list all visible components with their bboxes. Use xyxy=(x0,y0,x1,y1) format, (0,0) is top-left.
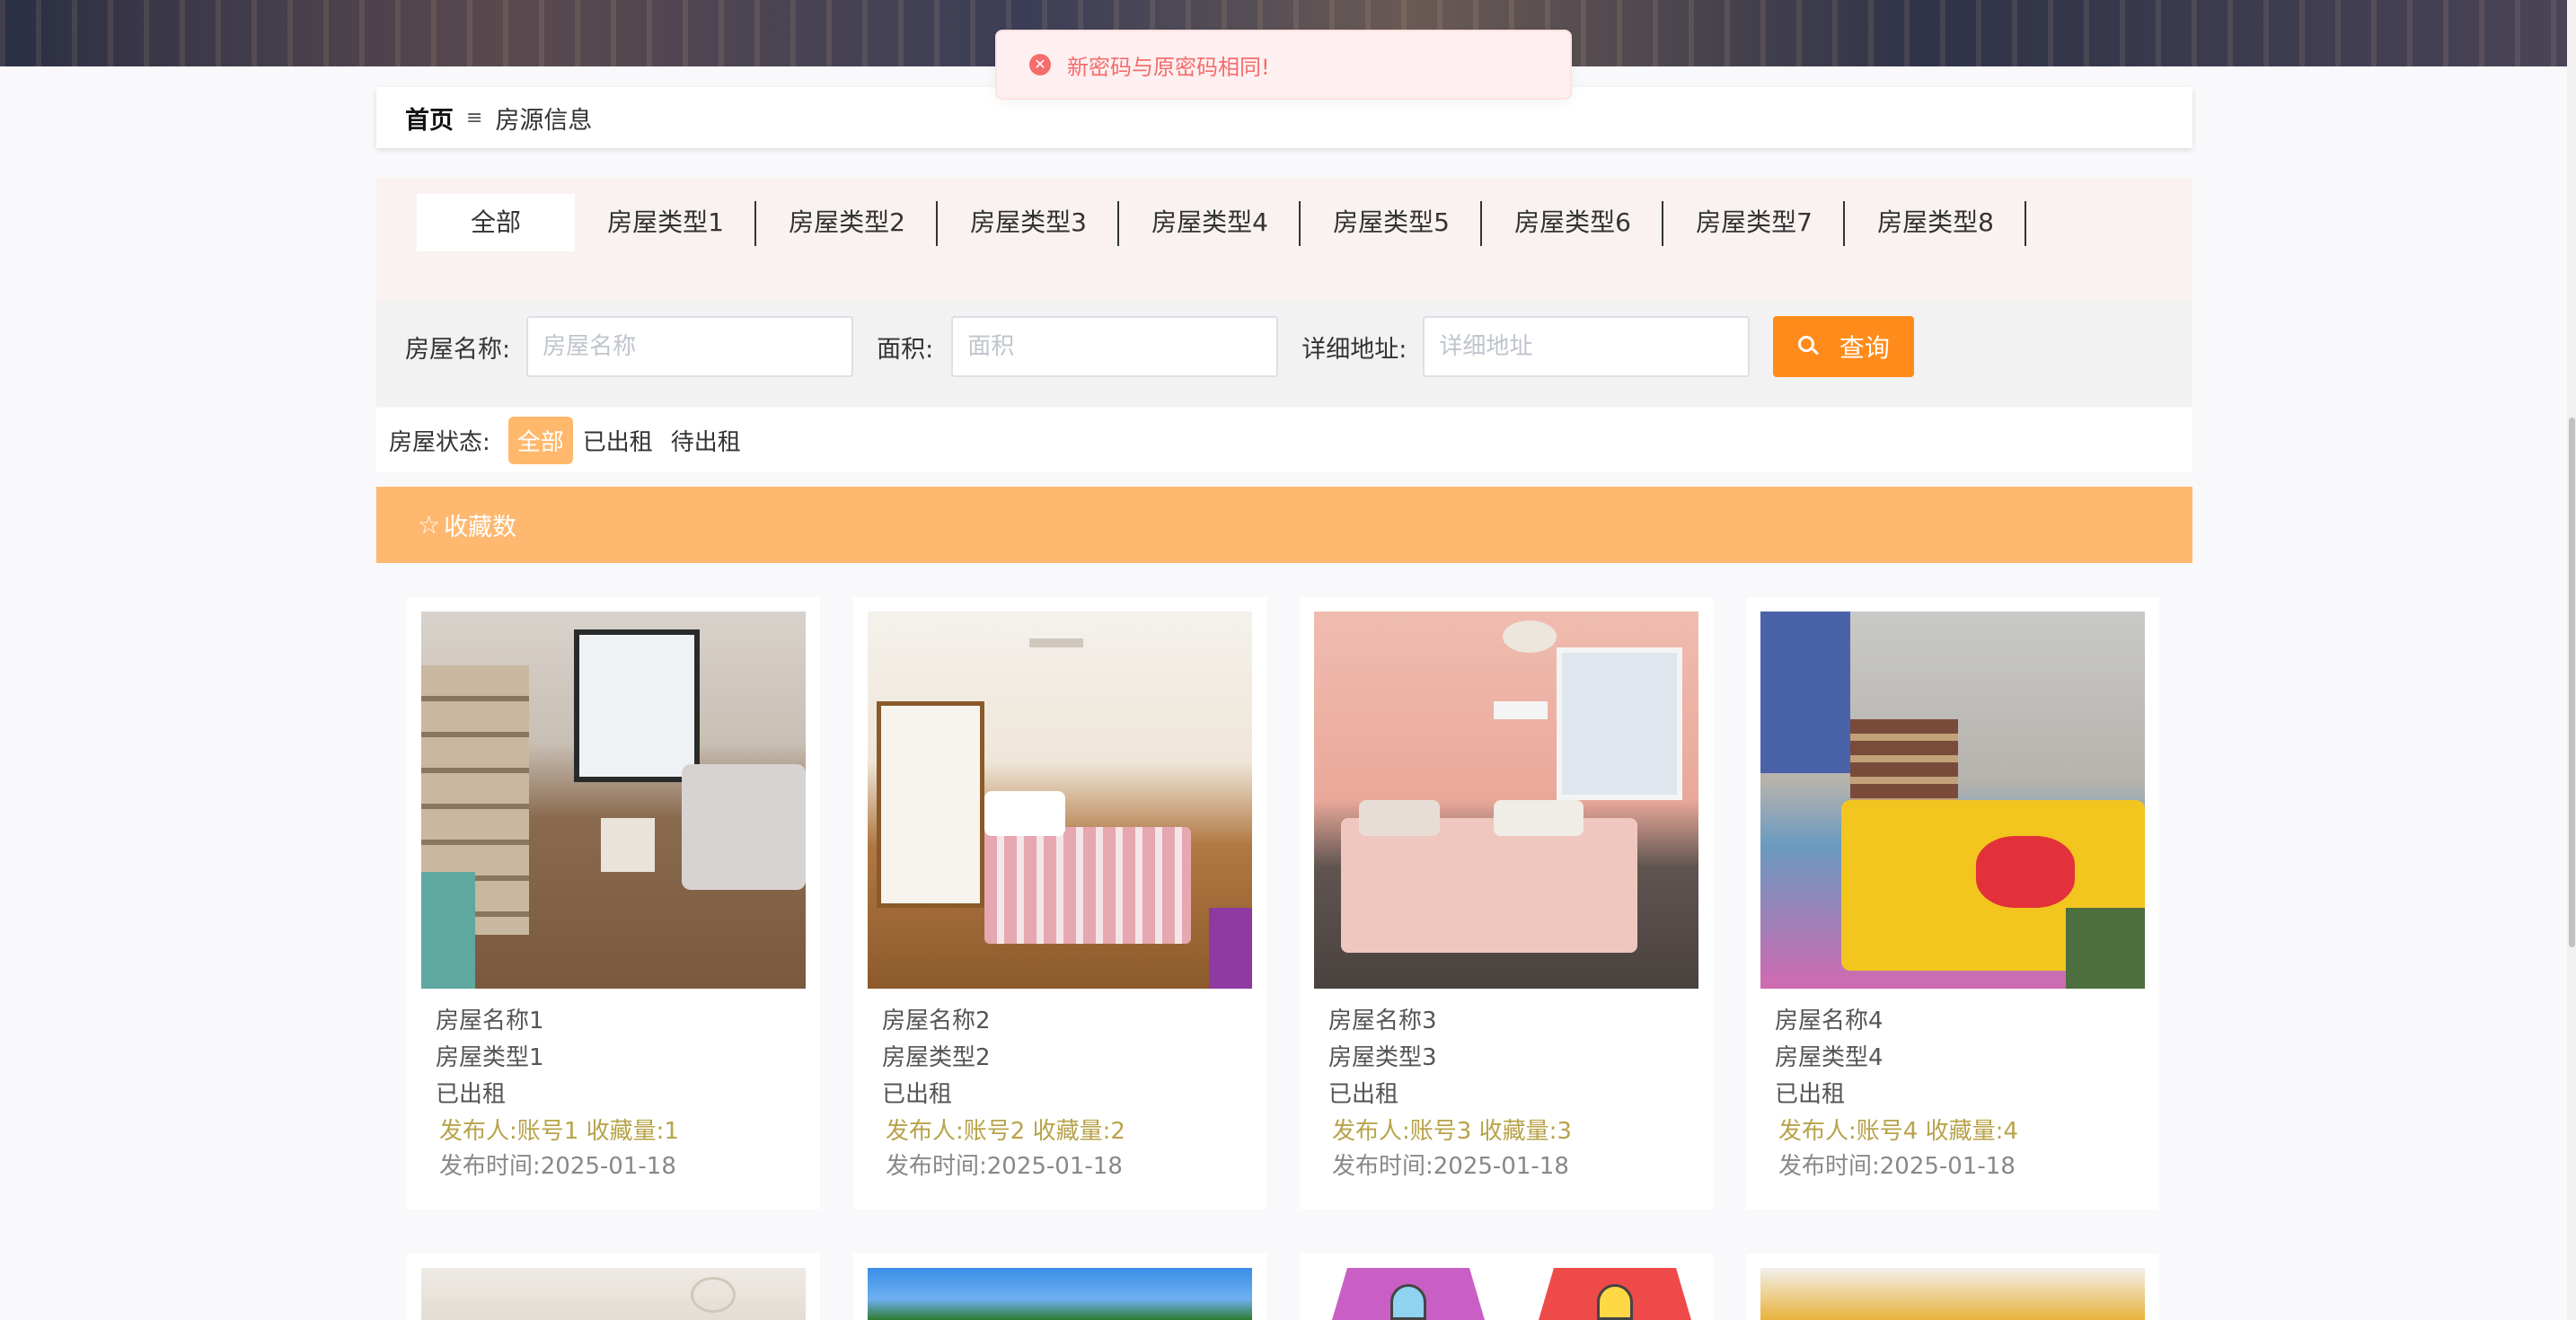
house-photo[interactable] xyxy=(1760,612,2145,989)
status-option-rented[interactable]: 已出租 xyxy=(575,418,661,462)
card-house-status: 已出租 xyxy=(1775,1081,1846,1108)
toast-message: 新密码与原密码相同! xyxy=(1067,54,1270,80)
card-date: 发布时间:2025-01-18 xyxy=(439,1153,676,1180)
house-photo[interactable] xyxy=(421,612,806,989)
card-house-status: 已出租 xyxy=(882,1081,953,1108)
house-photo[interactable] xyxy=(868,1268,1252,1320)
type-tab-6[interactable]: 房屋类型6 xyxy=(1482,194,1663,251)
type-tab-all[interactable]: 全部 xyxy=(417,194,575,251)
card-house-type: 房屋类型3 xyxy=(1328,1044,1437,1071)
house-card[interactable] xyxy=(1746,1254,2159,1320)
sort-by-favorites-bar[interactable]: ☆ 收藏数 xyxy=(376,487,2192,563)
card-house-name: 房屋名称2 xyxy=(882,1008,991,1034)
breadcrumb-home[interactable]: 首页 xyxy=(405,101,454,136)
address-label: 详细地址: xyxy=(1301,335,1407,364)
house-card[interactable]: 房屋名称1 房屋类型1 已出租 发布人:账号1 收藏量:1 发布时间:2025-… xyxy=(407,597,820,1210)
house-photo[interactable] xyxy=(1314,612,1698,989)
card-house-status: 已出租 xyxy=(436,1081,507,1108)
status-filter: 房屋状态: 全部 已出租 待出租 xyxy=(376,408,2192,472)
type-tab-7[interactable]: 房屋类型7 xyxy=(1663,194,1845,251)
type-tab-1[interactable]: 房屋类型1 xyxy=(575,194,756,251)
area-input[interactable] xyxy=(951,316,1279,377)
card-house-type: 房屋类型1 xyxy=(436,1044,544,1071)
status-label: 房屋状态: xyxy=(389,428,490,456)
type-tab-2[interactable]: 房屋类型2 xyxy=(756,194,938,251)
scrollbar-thumb[interactable] xyxy=(2569,418,2575,947)
area-label: 面积: xyxy=(877,335,934,364)
card-publisher: 发布人:账号1 收藏量:1 xyxy=(439,1118,679,1145)
card-publisher: 发布人:账号4 收藏量:4 xyxy=(1778,1118,2018,1145)
query-button[interactable]: 查询 xyxy=(1773,316,1915,377)
card-house-name: 房屋名称3 xyxy=(1328,1008,1437,1034)
breadcrumb-current: 房源信息 xyxy=(495,106,593,135)
close-circle-icon: ✕ xyxy=(1029,54,1051,75)
card-house-status: 已出租 xyxy=(1328,1081,1399,1108)
search-row: 房屋名称: 面积: 详细地址: 查询 xyxy=(405,316,1915,377)
house-card[interactable]: 房屋名称3 房屋类型3 已出租 发布人:账号3 收藏量:3 发布时间:2025-… xyxy=(1300,597,1713,1210)
house-card[interactable] xyxy=(407,1254,820,1320)
house-card[interactable] xyxy=(1300,1254,1713,1320)
query-button-label: 查询 xyxy=(1839,334,1890,362)
card-publisher: 发布人:账号2 收藏量:2 xyxy=(886,1118,1125,1145)
card-house-name: 房屋名称1 xyxy=(436,1008,544,1034)
house-photo[interactable] xyxy=(1314,1268,1698,1320)
type-tab-bar: 全部 房屋类型1 房屋类型2 房屋类型3 房屋类型4 房屋类型5 房屋类型6 房… xyxy=(376,178,2192,301)
search-icon xyxy=(1797,336,1820,357)
house-card[interactable]: 房屋名称2 房屋类型2 已出租 发布人:账号2 收藏量:2 发布时间:2025-… xyxy=(853,597,1266,1210)
name-input[interactable] xyxy=(526,316,854,377)
star-icon: ☆ xyxy=(418,510,441,540)
card-house-name: 房屋名称4 xyxy=(1775,1008,1883,1034)
card-house-type: 房屋类型4 xyxy=(1775,1044,1883,1071)
error-toast: ✕ 新密码与原密码相同! xyxy=(995,30,1572,100)
name-label: 房屋名称: xyxy=(405,335,511,364)
type-tab-4[interactable]: 房屋类型4 xyxy=(1119,194,1301,251)
status-option-available[interactable]: 待出租 xyxy=(663,418,749,462)
card-date: 发布时间:2025-01-18 xyxy=(886,1153,1123,1180)
card-date: 发布时间:2025-01-18 xyxy=(1778,1153,2016,1180)
sort-label: 收藏数 xyxy=(444,514,517,541)
house-card[interactable]: 房屋名称4 房屋类型4 已出租 发布人:账号4 收藏量:4 发布时间:2025-… xyxy=(1746,597,2159,1210)
address-input[interactable] xyxy=(1423,316,1751,377)
house-card[interactable] xyxy=(853,1254,1266,1320)
type-tab-8[interactable]: 房屋类型8 xyxy=(1845,194,2026,251)
type-tab-3[interactable]: 房屋类型3 xyxy=(938,194,1119,251)
breadcrumb-separator: ≡ xyxy=(466,106,483,129)
card-date: 发布时间:2025-01-18 xyxy=(1332,1153,1569,1180)
type-tab-5[interactable]: 房屋类型5 xyxy=(1301,194,1482,251)
status-option-all[interactable]: 全部 xyxy=(507,416,573,464)
card-house-type: 房屋类型2 xyxy=(882,1044,991,1071)
house-photo[interactable] xyxy=(1760,1268,2145,1320)
house-photo[interactable] xyxy=(868,612,1252,989)
card-publisher: 发布人:账号3 收藏量:3 xyxy=(1332,1118,1572,1145)
house-photo[interactable] xyxy=(421,1268,806,1320)
filter-panel: 全部 房屋类型1 房屋类型2 房屋类型3 房屋类型4 房屋类型5 房屋类型6 房… xyxy=(376,178,2192,407)
